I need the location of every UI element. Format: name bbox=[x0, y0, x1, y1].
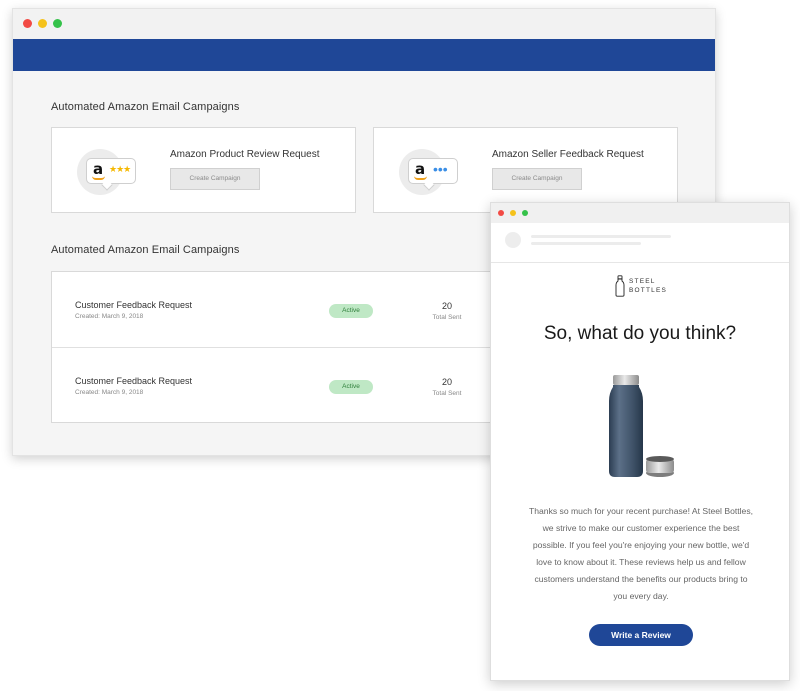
sender-placeholder-line bbox=[531, 235, 671, 238]
campaign-created-date: Created: March 9, 2018 bbox=[75, 389, 144, 396]
campaign-created-date: Created: March 9, 2018 bbox=[75, 313, 144, 320]
amazon-dots-icon: a ••• bbox=[408, 158, 458, 191]
table-row[interactable]: Customer Feedback Request Created: March… bbox=[52, 348, 510, 424]
total-sent-count: 20 bbox=[441, 377, 452, 387]
close-window-button[interactable] bbox=[498, 210, 504, 216]
minimize-window-button[interactable] bbox=[38, 19, 47, 28]
rating-stars-icon: ★★★ bbox=[109, 164, 131, 174]
table-row[interactable]: Customer Feedback Request Created: March… bbox=[52, 272, 510, 348]
sender-avatar bbox=[505, 232, 521, 248]
status-badge: Active bbox=[329, 304, 373, 318]
campaign-card-product-review: a ★★★ Amazon Product Review Request Crea… bbox=[51, 127, 356, 213]
create-campaign-button[interactable]: Create Campaign bbox=[170, 168, 260, 190]
maximize-window-button[interactable] bbox=[53, 19, 62, 28]
campaign-name: Customer Feedback Request bbox=[75, 376, 193, 386]
close-window-button[interactable] bbox=[23, 19, 32, 28]
section-title-campaigns: Automated Amazon Email Campaigns bbox=[51, 101, 240, 113]
total-sent-label: Total Sent bbox=[432, 390, 462, 397]
maximize-window-button[interactable] bbox=[522, 210, 528, 216]
write-review-button[interactable]: Write a Review bbox=[589, 624, 693, 646]
campaign-name: Customer Feedback Request bbox=[75, 300, 193, 310]
brand-wordmark: STEEL BOTTLES bbox=[629, 277, 667, 295]
typing-dots-icon: ••• bbox=[433, 161, 448, 177]
amazon-smile-icon bbox=[414, 176, 427, 180]
dashboard-titlebar bbox=[13, 9, 715, 39]
app-header-bar bbox=[13, 39, 715, 71]
total-sent-label: Total Sent bbox=[432, 314, 462, 321]
minimize-window-button[interactable] bbox=[510, 210, 516, 216]
email-preview-window: STEEL BOTTLES So, what do you think? Tha… bbox=[490, 202, 790, 681]
brand-line-1: STEEL bbox=[629, 278, 656, 285]
create-campaign-button[interactable]: Create Campaign bbox=[492, 168, 582, 190]
campaign-list: Customer Feedback Request Created: March… bbox=[51, 271, 511, 423]
card-title: Amazon Product Review Request bbox=[170, 149, 320, 160]
product-bottle-image bbox=[609, 375, 674, 477]
campaign-card-seller-feedback: a ••• Amazon Seller Feedback Request Cre… bbox=[373, 127, 678, 213]
email-body-text: Thanks so much for your recent purchase!… bbox=[528, 506, 754, 601]
bottle-logo-icon bbox=[615, 275, 625, 297]
email-header bbox=[491, 223, 789, 263]
total-sent-count: 20 bbox=[441, 301, 452, 311]
amazon-smile-icon bbox=[92, 176, 105, 180]
section-title-active-campaigns: Automated Amazon Email Campaigns bbox=[51, 244, 240, 256]
subject-placeholder-line bbox=[531, 242, 641, 245]
brand-line-2: BOTTLES bbox=[629, 287, 668, 294]
email-titlebar bbox=[491, 203, 789, 223]
status-badge: Active bbox=[329, 380, 373, 394]
email-headline: So, what do you think? bbox=[543, 323, 737, 344]
card-title: Amazon Seller Feedback Request bbox=[492, 149, 644, 160]
amazon-stars-icon: a ★★★ bbox=[86, 158, 136, 191]
